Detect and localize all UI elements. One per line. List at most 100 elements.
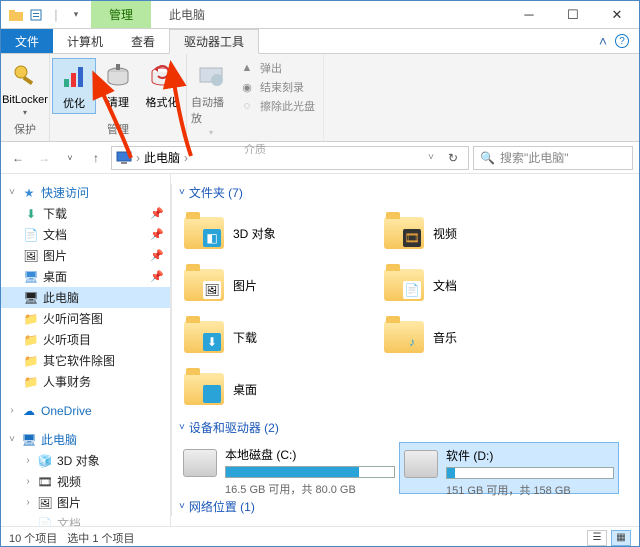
address-bar: ← → ˅ ↑ › 此电脑 › ˅ ↻ 🔍 搜索"此电脑" bbox=[1, 142, 639, 174]
chevron-right-icon[interactable]: › bbox=[23, 455, 33, 466]
tab-drive-tools[interactable]: 驱动器工具 bbox=[169, 29, 259, 54]
tab-computer[interactable]: 计算机 bbox=[53, 29, 117, 53]
pin-icon: 📌 bbox=[150, 207, 164, 220]
erase-icon: ◌ bbox=[239, 98, 255, 114]
chevron-right-icon[interactable]: › bbox=[184, 151, 188, 165]
quick-access-toolbar: | ▾ bbox=[1, 1, 91, 28]
forward-button[interactable]: → bbox=[33, 147, 55, 169]
folder-documents[interactable]: 📄 文档 bbox=[379, 259, 579, 311]
nav-3d-objects[interactable]: ›🧊3D 对象 bbox=[1, 450, 170, 471]
minimize-button[interactable]: ─ bbox=[507, 1, 551, 28]
folder-downloads[interactable]: ⬇ 下载 bbox=[179, 311, 379, 363]
folder-desktop[interactable]: 桌面 bbox=[179, 363, 379, 415]
back-button[interactable]: ← bbox=[7, 147, 29, 169]
ribbon-collapse-icon[interactable]: ˄ bbox=[599, 33, 607, 49]
breadcrumb[interactable]: › 此电脑 › ˅ ↻ bbox=[111, 146, 469, 170]
details-view-button[interactable]: ☰ bbox=[587, 530, 607, 546]
chevron-down-icon: ˅ bbox=[179, 187, 185, 198]
netloc-item[interactable]: 天翼网关 bbox=[179, 521, 379, 526]
folder-icon: ◧ bbox=[183, 212, 225, 254]
nav-downloads[interactable]: ⬇下载📌 bbox=[1, 203, 170, 224]
lock-key-icon bbox=[9, 60, 41, 92]
qat-dropdown-icon[interactable]: ▾ bbox=[67, 6, 85, 24]
large-icons-view-button[interactable]: ▦ bbox=[611, 530, 631, 546]
section-network[interactable]: ˅ 网络位置 (1) bbox=[179, 498, 631, 515]
star-icon: ★ bbox=[21, 185, 37, 201]
group-label-manage: 管理 bbox=[107, 119, 129, 139]
context-tab-manage[interactable]: 管理 bbox=[91, 1, 151, 28]
chevron-down-icon: ˅ bbox=[179, 422, 185, 433]
drives-grid: 本地磁盘 (C:) 16.5 GB 可用，共 80.0 GB 软件 (D:) 1… bbox=[179, 442, 631, 494]
recent-dropdown[interactable]: ˅ bbox=[59, 147, 81, 169]
desktop-icon: 🖥 bbox=[23, 269, 39, 285]
nav-pictures2[interactable]: ›🖼图片 bbox=[1, 492, 170, 513]
folder-icon: ♪ bbox=[383, 316, 425, 358]
navigation-pane: ˅ ★ 快速访问 ⬇下载📌 📄文档📌 🖼图片📌 🖥桌面📌 🖥此电脑 📁火听问答图… bbox=[1, 174, 171, 526]
status-item-count: 10 个项目 bbox=[9, 530, 57, 546]
chevron-down-icon[interactable]: ˅ bbox=[7, 187, 17, 198]
nav-this-pc-section[interactable]: ˅ 🖥 此电脑 bbox=[1, 429, 170, 450]
chevron-down-icon: ˅ bbox=[179, 501, 185, 512]
breadcrumb-this-pc[interactable]: 此电脑 bbox=[144, 149, 180, 166]
folder-icon bbox=[183, 368, 225, 410]
folder-3d-objects[interactable]: ◧ 3D 对象 bbox=[179, 207, 379, 259]
folder-music[interactable]: ♪ 音乐 bbox=[379, 311, 579, 363]
help-icon[interactable]: ? bbox=[615, 34, 629, 48]
up-button[interactable]: ↑ bbox=[85, 147, 107, 169]
bitlocker-button[interactable]: BitLocker ▾ bbox=[3, 58, 47, 119]
nav-this-pc[interactable]: 🖥此电脑 bbox=[1, 287, 170, 308]
search-input[interactable]: 🔍 搜索"此电脑" bbox=[473, 146, 633, 170]
section-folders[interactable]: ˅ 文件夹 (7) bbox=[179, 184, 631, 201]
titlebar: | ▾ 管理 此电脑 ─ ☐ ✕ bbox=[1, 1, 639, 29]
format-button[interactable]: 格式化 bbox=[140, 58, 184, 112]
nav-folder-4[interactable]: 📁人事财务 bbox=[1, 371, 170, 392]
drive-icon bbox=[404, 450, 438, 478]
nav-folder-3[interactable]: 📁其它软件除图 bbox=[1, 350, 170, 371]
address-dropdown-icon[interactable]: ˅ bbox=[424, 152, 438, 163]
close-button[interactable]: ✕ bbox=[595, 1, 639, 28]
cleanup-button[interactable]: 清理 bbox=[96, 58, 140, 112]
nav-folder-1[interactable]: 📁火听问答图 bbox=[1, 308, 170, 329]
chevron-right-icon[interactable]: › bbox=[136, 151, 140, 165]
folder-videos[interactable]: 🎞 视频 bbox=[379, 207, 579, 259]
nav-videos[interactable]: ›🎞视频 bbox=[1, 471, 170, 492]
tab-view[interactable]: 查看 bbox=[117, 29, 169, 53]
cleanup-label: 清理 bbox=[107, 94, 129, 110]
format-label: 格式化 bbox=[146, 94, 179, 110]
chevron-down-icon[interactable]: ˅ bbox=[7, 434, 17, 445]
nav-onedrive[interactable]: › ☁ OneDrive bbox=[1, 400, 170, 421]
tab-file[interactable]: 文件 bbox=[1, 29, 53, 53]
eject-button: ▲ 弹出 bbox=[239, 60, 315, 76]
autoplay-icon bbox=[195, 60, 227, 92]
optimize-button[interactable]: 优化 bbox=[52, 58, 96, 114]
drive-d-label: 软件 (D:) bbox=[446, 447, 614, 464]
drive-d[interactable]: 软件 (D:) 151 GB 可用，共 158 GB bbox=[399, 442, 619, 494]
group-label-media: 介质 bbox=[244, 139, 266, 159]
nav-documents[interactable]: 📄文档📌 bbox=[1, 224, 170, 245]
chevron-right-icon[interactable]: › bbox=[7, 405, 17, 416]
content-pane: ˅ 文件夹 (7) ◧ 3D 对象 🎞 视频 🖼 图片 📄 文档 bbox=[171, 174, 639, 526]
dropdown-icon: ▾ bbox=[23, 108, 27, 117]
nav-documents2[interactable]: 📄文档 bbox=[1, 513, 170, 526]
explorer-window: | ▾ 管理 此电脑 ─ ☐ ✕ 文件 计算机 查看 驱动器工具 ˄ ? bbox=[0, 0, 640, 547]
maximize-button[interactable]: ☐ bbox=[551, 1, 595, 28]
optimize-icon bbox=[58, 61, 90, 93]
folder-pictures[interactable]: 🖼 图片 bbox=[179, 259, 379, 311]
chevron-right-icon[interactable]: › bbox=[23, 497, 33, 508]
nav-folder-2[interactable]: 📁火听项目 bbox=[1, 329, 170, 350]
nav-quick-access[interactable]: ˅ ★ 快速访问 bbox=[1, 182, 170, 203]
nav-pictures[interactable]: 🖼图片📌 bbox=[1, 245, 170, 266]
refresh-button[interactable]: ↻ bbox=[442, 151, 464, 165]
finalize-button: ◉ 结束刻录 bbox=[239, 79, 315, 95]
section-drives[interactable]: ˅ 设备和驱动器 (2) bbox=[179, 419, 631, 436]
window-controls: ─ ☐ ✕ bbox=[507, 1, 639, 28]
properties-icon[interactable] bbox=[27, 6, 45, 24]
optimize-label: 优化 bbox=[63, 95, 85, 111]
drive-c[interactable]: 本地磁盘 (C:) 16.5 GB 可用，共 80.0 GB bbox=[179, 442, 399, 494]
dropdown-icon: ▾ bbox=[209, 128, 213, 137]
download-icon: ⬇ bbox=[23, 206, 39, 222]
ribbon-help: ˄ ? bbox=[589, 29, 639, 53]
nav-desktop[interactable]: 🖥桌面📌 bbox=[1, 266, 170, 287]
folder-icon: 🎞 bbox=[383, 212, 425, 254]
chevron-right-icon[interactable]: › bbox=[23, 476, 33, 487]
